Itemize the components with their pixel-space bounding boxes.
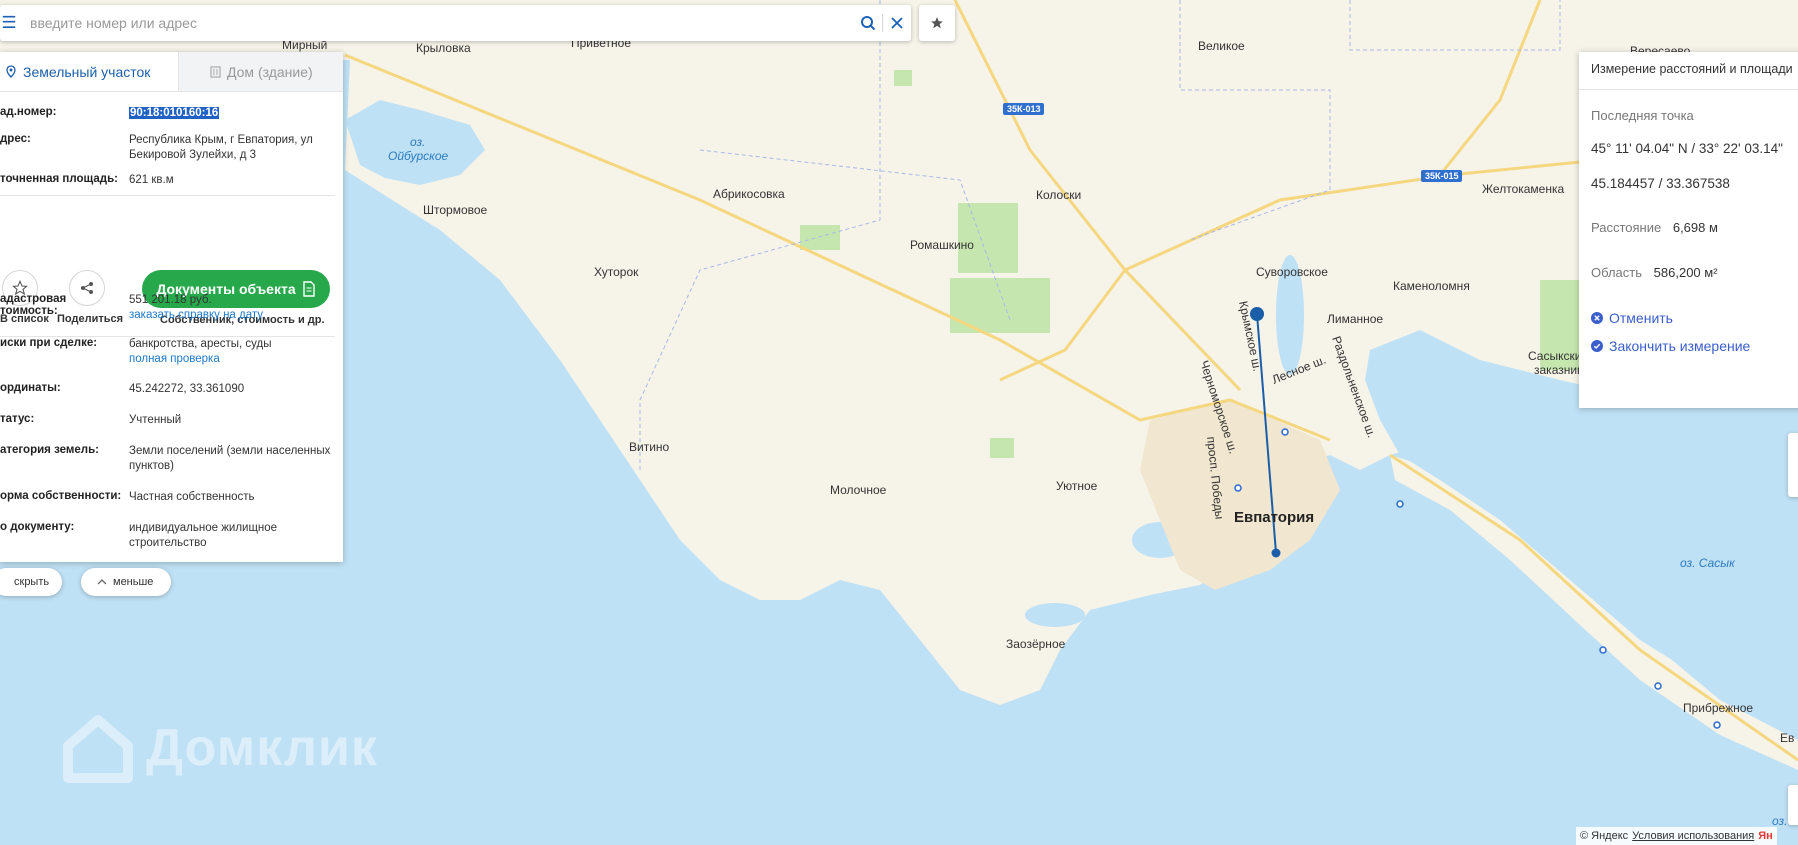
divider [1579, 89, 1798, 90]
last-point-dms: 45° 11' 04.04" N / 33° 22' 03.14" [1591, 141, 1783, 156]
object-info-panel: Земельный участок Дом (здание) ад.номер:… [0, 52, 343, 562]
tab-land-plot[interactable]: Земельный участок [0, 52, 178, 91]
search-input[interactable] [18, 7, 854, 39]
map-control[interactable] [1788, 785, 1798, 825]
place-label: Молочное [830, 483, 887, 497]
zoom-control[interactable] [1788, 433, 1798, 497]
row-label: точненная площадь: [0, 173, 118, 185]
menu-icon[interactable]: ☰ [0, 5, 18, 41]
water-label: оз. Сасык [1680, 556, 1736, 570]
finish-measure-button[interactable]: Закончить измерение [1591, 338, 1750, 354]
watermark-text: Домклик [146, 719, 378, 777]
place-label: Прибрежное [1683, 701, 1753, 715]
row-label: дрес: [0, 133, 31, 145]
water-label: Ойбурское [388, 149, 449, 163]
place-label: Каменоломня [1393, 279, 1470, 293]
row-label: атегория земель: [0, 444, 100, 456]
last-point-label: Последняя точка [1591, 108, 1694, 123]
row-label: иски при сделке: [0, 337, 98, 349]
place-label: Желтокаменка [1482, 182, 1564, 196]
place-label: заказник [1534, 363, 1583, 377]
row-label: орма собственности: [0, 490, 122, 502]
tab-label: Земельный участок [23, 63, 151, 80]
place-label: Заозёрное [1006, 637, 1066, 651]
measure-title: Измерение расстояний и площади [1591, 62, 1793, 76]
place-label: Хуторок [594, 265, 639, 279]
place-label: Суворовское [1256, 265, 1328, 279]
order-certificate-link[interactable]: заказать справку на дату [129, 308, 334, 323]
favorites-button[interactable] [919, 5, 955, 41]
search-bar: ☰ [0, 5, 911, 41]
place-label: Колоски [1036, 188, 1081, 202]
search-icon[interactable] [854, 5, 882, 41]
road-badge: 35К-013 [1003, 103, 1044, 115]
chevron-up-icon [97, 579, 107, 585]
house-logo-icon [63, 715, 133, 783]
row-value: Учтенный [129, 414, 182, 426]
row-value[interactable]: 90:18:010160:16 [129, 106, 334, 121]
last-point-decimal: 45.184457 / 33.367538 [1591, 176, 1730, 191]
row-value: 551 201.18 руб. заказать справку на дату [129, 293, 334, 323]
place-label: Крыловка [416, 41, 471, 55]
svg-text:35К-013: 35К-013 [1007, 104, 1041, 114]
row-value: банкротства, аресты, суды полная проверка [129, 337, 334, 367]
domclick-watermark: Домклик [62, 712, 378, 784]
place-label: Лиманное [1327, 312, 1383, 326]
row-value: 45.242272, 33.361090 [129, 383, 245, 395]
svg-text:35К-015: 35К-015 [1425, 171, 1459, 181]
place-label: Ев [1780, 731, 1794, 745]
place-label: Ромашкино [910, 238, 974, 252]
road-badge: 35К-015 [1421, 170, 1462, 182]
distance-value: 6,698 м [1672, 220, 1718, 235]
distance-row: Расстояние 6,698 м [1591, 220, 1718, 235]
tab-label: Дом (здание) [227, 63, 313, 80]
star-icon [931, 17, 943, 29]
row-value: Частная собственность [129, 491, 255, 503]
row-label: адастровая тоимость: [0, 293, 67, 317]
cancel-measure-button[interactable]: Отменить [1591, 310, 1673, 326]
tab-house[interactable]: Дом (здание) [178, 52, 343, 91]
distance-label: Расстояние [1591, 220, 1662, 235]
map-copyright: © Яндекс Условия использования Ян [1576, 827, 1777, 845]
row-label: о документу: [0, 521, 75, 533]
less-label: меньше [113, 576, 154, 588]
hide-label: скрыть [14, 576, 50, 588]
measure-panel: Измерение расстояний и площади Последняя… [1579, 52, 1798, 408]
cadastral-number[interactable]: 90:18:010160:16 [129, 107, 220, 119]
row-label: татус: [0, 413, 35, 425]
water-label: оз. [410, 135, 425, 149]
area-value: 586,200 м² [1653, 265, 1718, 280]
row-value: Земли поселений (земли населенных пункто… [129, 445, 331, 472]
parcel-pin-icon [6, 64, 16, 78]
building-icon [210, 66, 221, 78]
area-row: Область 586,200 м² [1591, 265, 1718, 280]
panel-tabs: Земельный участок Дом (здание) [0, 52, 343, 92]
full-check-link[interactable]: полная проверка [129, 352, 334, 367]
row-value: индивидуальное жилищное строительство [129, 522, 278, 549]
city-label: Евпатория [1234, 509, 1314, 526]
row-label: ад.номер: [0, 106, 57, 118]
divider [0, 195, 335, 196]
place-label: Уютное [1056, 479, 1098, 493]
less-button[interactable]: меньше [81, 568, 171, 596]
yandex-logo[interactable]: Ян [1758, 830, 1773, 842]
measure-end-point[interactable] [1271, 548, 1281, 558]
terms-link[interactable]: Условия использования [1632, 830, 1754, 842]
place-label: Штормовое [423, 203, 488, 217]
cancel-icon [1591, 312, 1603, 324]
small-lake [1025, 603, 1085, 627]
area-label: Область [1591, 265, 1643, 280]
row-value: Республика Крым, г Евпатория, ул Бекиров… [129, 134, 313, 161]
place-label: Витино [629, 440, 670, 454]
check-icon [1591, 340, 1603, 352]
hide-panel-button[interactable]: скрыть [0, 568, 62, 596]
row-value: 621 кв.м [129, 174, 174, 186]
place-label: Великое [1198, 39, 1245, 53]
copyright-text: © Яндекс [1580, 830, 1629, 842]
place-label: Абрикосовка [713, 187, 785, 201]
clear-icon[interactable] [883, 5, 911, 41]
row-label: ординаты: [0, 382, 61, 394]
